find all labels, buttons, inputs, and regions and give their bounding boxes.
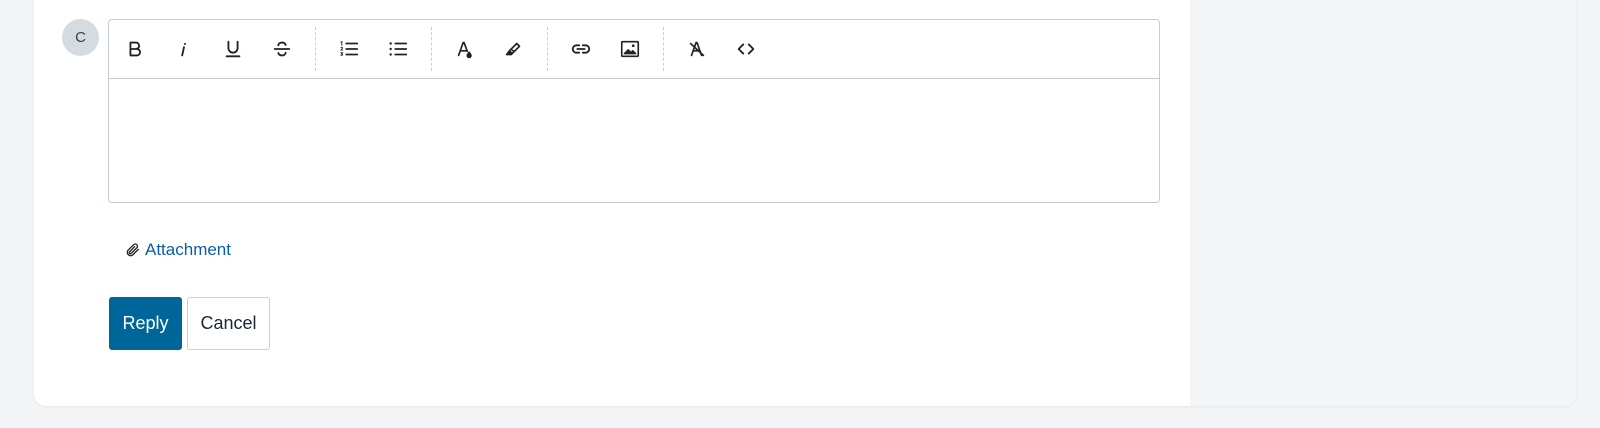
link-button[interactable]	[556, 29, 605, 69]
code-icon	[737, 43, 754, 55]
bullet-list-icon	[388, 42, 407, 56]
toolbar-separator	[431, 27, 432, 71]
italic-button[interactable]	[159, 29, 208, 69]
reply-button[interactable]: Reply	[109, 297, 182, 350]
text-color-icon	[457, 41, 472, 59]
toolbar-separator	[663, 27, 664, 71]
editor-content-area[interactable]	[109, 79, 1159, 203]
clear-format-button[interactable]	[672, 29, 721, 69]
image-icon	[620, 40, 639, 58]
avatar: C	[62, 19, 99, 56]
italic-icon	[180, 43, 186, 57]
toolbar-separator	[547, 27, 548, 71]
bullet-list-button[interactable]	[373, 29, 422, 69]
highlight-icon	[505, 42, 520, 56]
code-button[interactable]	[721, 29, 770, 69]
bold-button[interactable]	[110, 29, 159, 69]
image-button[interactable]	[605, 29, 654, 69]
text-color-button[interactable]	[440, 29, 489, 69]
rich-text-editor	[108, 19, 1160, 203]
bold-icon	[129, 41, 141, 57]
strikethrough-button[interactable]	[257, 29, 306, 69]
attachment-link[interactable]: Attachment	[125, 240, 231, 260]
editor-toolbar	[109, 20, 1159, 79]
comment-card: C Attachment Reply Cancel	[34, 0, 1576, 406]
underline-button[interactable]	[208, 29, 257, 69]
side-panel	[1190, 0, 1576, 406]
paperclip-icon	[126, 243, 139, 257]
clear-format-icon	[689, 41, 704, 57]
toolbar-separator	[315, 27, 316, 71]
ordered-list-icon	[339, 40, 358, 56]
highlight-button[interactable]	[489, 29, 538, 69]
cancel-button[interactable]: Cancel	[187, 297, 270, 350]
strikethrough-icon	[273, 41, 290, 57]
attachment-label: Attachment	[145, 240, 231, 259]
link-icon	[571, 44, 590, 54]
ordered-list-button[interactable]	[324, 29, 373, 69]
underline-icon	[225, 40, 240, 58]
